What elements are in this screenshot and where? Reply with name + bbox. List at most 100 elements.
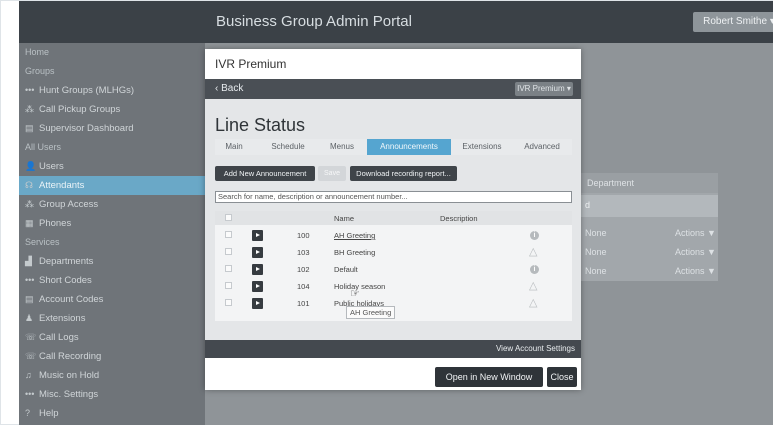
music-icon: ♫ — [25, 370, 32, 380]
sidebar-item-all-users[interactable]: All Users — [19, 138, 205, 157]
play-icon[interactable] — [252, 230, 263, 241]
announcements-table: Name Description 100 AH Greeting i 103 B… — [215, 211, 572, 321]
close-button[interactable]: Close — [547, 367, 577, 387]
sidebar-item-label: Help — [39, 408, 59, 419]
announcement-number: 102 — [297, 265, 310, 274]
play-icon[interactable] — [252, 298, 263, 309]
sidebar-item-music-on-hold[interactable]: ♫ Music on Hold — [19, 366, 205, 385]
sidebar-item-phones[interactable]: ▦ Phones — [19, 214, 205, 233]
sidebar-item-label: Short Codes — [39, 275, 92, 286]
sidebar-item-call-logs[interactable]: ☏ Call Logs — [19, 328, 205, 347]
tab-extensions[interactable]: Extensions — [457, 139, 507, 155]
tooltip: AH Greeting — [346, 306, 396, 319]
info-icon: i — [530, 231, 539, 240]
user-menu-button[interactable]: Robert Smithe ▾ — [693, 12, 773, 32]
sidebar-item-call-pickup-groups[interactable]: ⁂ Call Pickup Groups — [19, 100, 205, 119]
sidebar-item-label: Misc. Settings — [39, 389, 99, 400]
sidebar-item-label: Supervisor Dashboard — [39, 123, 134, 134]
background-dept-cell: None — [585, 228, 607, 238]
sidebar-item-label: Hunt Groups (MLHGs) — [39, 85, 135, 96]
sidebar-item-supervisor-dashboard[interactable]: ▤ Supervisor Dashboard — [19, 119, 205, 138]
sidebar-item-label: Music on Hold — [39, 370, 100, 381]
background-actions-link[interactable]: Actions ▼ — [675, 228, 716, 238]
tab-announcements[interactable]: Announcements — [367, 139, 451, 155]
modal-title: IVR Premium — [215, 57, 287, 71]
help-icon: ? — [25, 408, 31, 418]
announcement-name[interactable]: Default — [334, 265, 358, 274]
sidebar-item-help[interactable]: ? Help — [19, 404, 205, 423]
sidebar-item-groups[interactable]: Groups — [19, 62, 205, 81]
sidebar-item-label: Account Codes — [39, 294, 104, 305]
sidebar-item-call-recording[interactable]: ☏ Call Recording — [19, 347, 205, 366]
sidebar-item-label: Call Pickup Groups — [39, 104, 121, 115]
background-actions-link[interactable]: Actions ▼ — [675, 247, 716, 257]
play-icon[interactable] — [252, 247, 263, 258]
codes-icon: ▤ — [25, 294, 34, 304]
column-name: Name — [334, 214, 355, 223]
row-checkbox[interactable] — [225, 248, 232, 255]
row-checkbox[interactable] — [225, 282, 232, 289]
sidebar-item-label: Call Logs — [39, 332, 79, 343]
attendant-icon: ☊ — [25, 180, 33, 190]
sidebar-item-label: All Users — [25, 142, 62, 152]
tab-schedule[interactable]: Schedule — [265, 139, 311, 155]
download-report-button[interactable]: Download recording report... — [350, 166, 457, 181]
row-checkbox[interactable] — [225, 231, 232, 238]
tab-menus[interactable]: Menus — [325, 139, 359, 155]
sidebar-item-home[interactable]: Home — [19, 43, 205, 62]
sidebar-item-hunt-groups-mlhgs[interactable]: ••• Hunt Groups (MLHGs) — [19, 81, 205, 100]
table-row[interactable]: 100 AH Greeting i — [215, 227, 572, 244]
sidebar-item-services[interactable]: Services — [19, 233, 205, 252]
dots-icon: ••• — [25, 85, 35, 95]
sidebar-item-attendants[interactable]: ☊ Attendants — [19, 176, 205, 195]
sidebar-item-label: Home — [25, 47, 50, 57]
sidebar-item-account-codes[interactable]: ▤ Account Codes — [19, 290, 205, 309]
play-icon[interactable] — [252, 281, 263, 292]
row-checkbox[interactable] — [225, 265, 232, 272]
back-link[interactable]: ‹ Back — [215, 83, 243, 94]
dots-icon: ••• — [25, 275, 35, 285]
open-new-window-button[interactable]: Open in New Window — [435, 367, 543, 387]
table-row[interactable]: 104 Holiday season △ — [215, 278, 572, 295]
announcement-name[interactable]: BH Greeting — [334, 248, 375, 257]
group-icon: ⁂ — [25, 199, 34, 209]
sidebar-item-label: Groups — [25, 66, 55, 76]
sidebar-item-label: Call Recording — [39, 351, 102, 362]
extension-icon: ♟ — [25, 313, 34, 323]
sidebar-item-label: Attendants — [39, 180, 85, 191]
sidebar-item-label: Extensions — [39, 313, 86, 324]
row-checkbox[interactable] — [225, 299, 232, 306]
phone-icon: ▦ — [25, 218, 34, 228]
table-row[interactable]: 102 Default i — [215, 261, 572, 278]
sidebar-item-departments[interactable]: ▟ Departments — [19, 252, 205, 271]
sidebar-item-short-codes[interactable]: ••• Short Codes — [19, 271, 205, 290]
add-announcement-button[interactable]: Add New Announcement — [215, 166, 315, 181]
ivr-select-dropdown[interactable]: IVR Premium ▾ — [515, 82, 573, 96]
page-title: Line Status — [215, 115, 306, 135]
announcement-number: 104 — [297, 282, 310, 291]
announcement-name[interactable]: AH Greeting — [334, 231, 375, 240]
dashboard-icon: ▤ — [25, 123, 34, 133]
department-select[interactable]: d — [579, 195, 718, 217]
sidebar-item-group-access[interactable]: ⁂ Group Access — [19, 195, 205, 214]
sidebar-item-extensions[interactable]: ♟ Extensions — [19, 309, 205, 328]
sidebar-item-label: Services — [25, 237, 60, 247]
table-row[interactable]: 103 BH Greeting △ — [215, 244, 572, 261]
building-icon: ▟ — [25, 256, 32, 266]
save-button[interactable]: Save — [318, 166, 346, 181]
tab-bar: Main Schedule Menus Announcements Extens… — [215, 139, 572, 155]
tab-main[interactable]: Main — [219, 139, 249, 155]
tab-advanced[interactable]: Advanced — [517, 139, 567, 155]
ivr-modal: IVR Premium ‹ Back IVR Premium ▾ Line St… — [205, 49, 581, 390]
sidebar-item-users[interactable]: 👤 Users — [19, 157, 205, 176]
phone-icon: ☏ — [25, 332, 37, 342]
search-input[interactable]: Search for name, description or announce… — [215, 191, 572, 203]
sidebar-item-misc-settings[interactable]: ••• Misc. Settings — [19, 385, 205, 404]
back-label: Back — [221, 83, 244, 94]
view-account-settings-link[interactable]: View Account Settings — [496, 344, 575, 353]
play-icon[interactable] — [252, 264, 263, 275]
select-all-checkbox[interactable] — [225, 214, 232, 221]
background-actions-link[interactable]: Actions ▼ — [675, 266, 716, 276]
column-description: Description — [440, 214, 478, 223]
background-dept-cell: None — [585, 247, 607, 257]
